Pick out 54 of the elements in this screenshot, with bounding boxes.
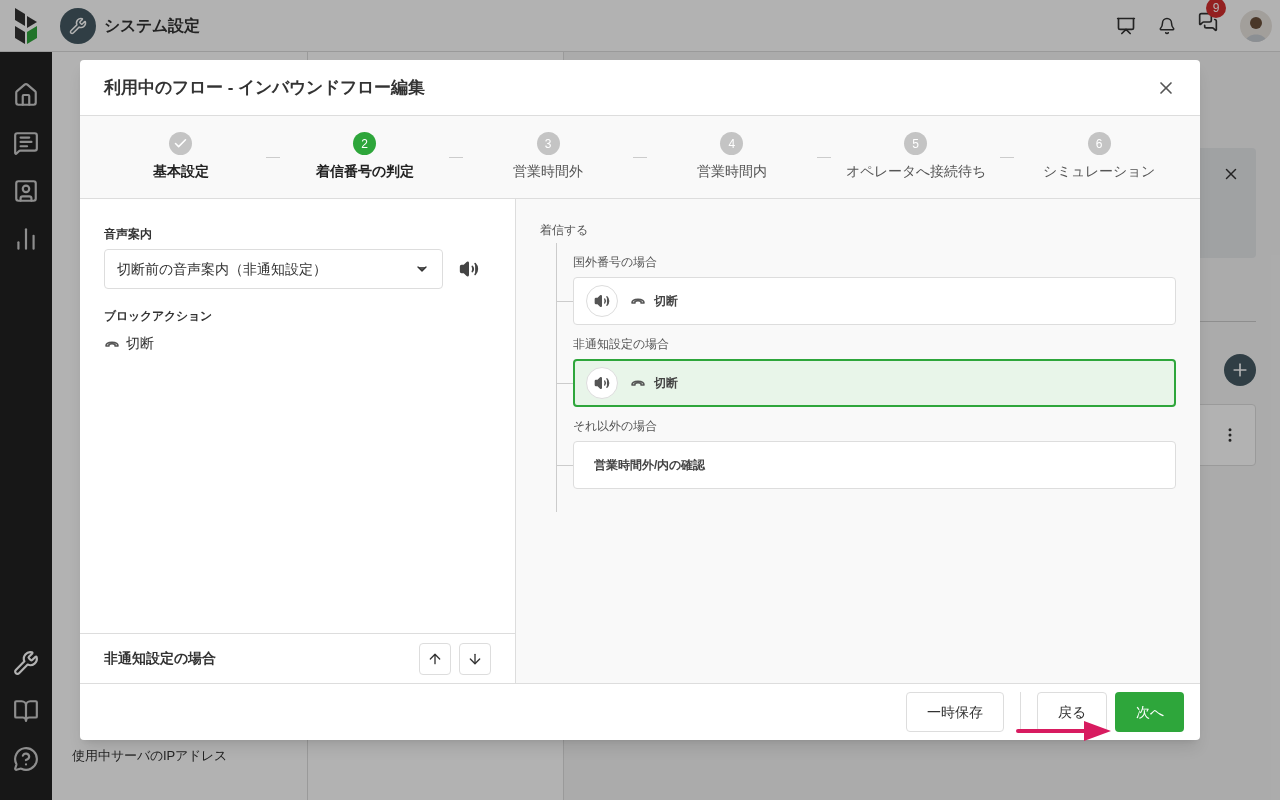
help-icon[interactable] (13, 746, 39, 772)
branch-condition: それ以外の場合 (573, 419, 657, 433)
settings-badge-icon (60, 7, 96, 44)
step-number: 5 (904, 132, 927, 155)
step-number: 4 (720, 132, 744, 155)
step-label: シミュレーション (1043, 162, 1156, 181)
secondary-button[interactable]: 戻る (1037, 692, 1107, 732)
hang-up-icon (630, 296, 646, 306)
step-label: オペレータへ接続待ち (845, 162, 986, 181)
book-icon[interactable] (13, 698, 39, 724)
home-icon[interactable] (13, 82, 39, 108)
move-down-button[interactable] (459, 642, 491, 675)
move-up-button[interactable] (419, 642, 451, 675)
step-label: 基本設定 (152, 162, 209, 181)
step-number: 3 (536, 132, 560, 155)
arrow-icon (1016, 721, 1112, 741)
branch-condition: 国外番号の場合 (573, 255, 657, 269)
logo-icon (15, 7, 37, 44)
action-text: 切断 (654, 375, 678, 392)
chat-icon[interactable] (1198, 12, 1218, 32)
step-number: 6 (1087, 132, 1111, 155)
secondary-button[interactable]: 一時保存 (906, 692, 1004, 732)
notification-count: 9 (1206, 0, 1226, 18)
voice-select[interactable]: 切断前の音声案内（非通知設定） (104, 249, 443, 289)
add-button[interactable] (1224, 354, 1256, 386)
branch-card[interactable]: 切断 (573, 359, 1176, 407)
hang-up-icon (630, 378, 646, 388)
branch-condition: 非通知設定の場合 (573, 337, 669, 351)
notification-icon[interactable] (1158, 16, 1176, 35)
field-label: ブロックアクション (104, 308, 213, 325)
action-text: 切断 (654, 293, 678, 310)
next-step-text: 営業時間外/内の確認 (594, 457, 706, 474)
branch-card[interactable]: 営業時間外/内の確認 (573, 441, 1176, 489)
field-label: 音声案内 (104, 226, 153, 243)
step-label: 営業時間外 (513, 162, 584, 181)
contact-card-icon[interactable] (13, 178, 39, 204)
tools-icon[interactable] (13, 650, 39, 676)
step-label: 着信番号の判定 (315, 162, 414, 181)
speaker-icon[interactable] (586, 367, 618, 399)
hang-up-icon (104, 338, 120, 349)
page-title: システム設定 (104, 15, 200, 36)
current-branch-title: 非通知設定の場合 (104, 649, 216, 668)
menu-item[interactable]: 使用中サーバのIPアドレス (60, 738, 299, 774)
speaker-icon[interactable] (586, 285, 618, 317)
flow-root: 着信する (540, 222, 589, 239)
dialog-title: 利用中のフロー - インバウンドフロー編集 (104, 76, 426, 99)
message-list-icon[interactable] (13, 130, 39, 156)
avatar[interactable] (1240, 9, 1272, 42)
step-number: 2 (353, 132, 376, 155)
board-icon[interactable] (1116, 15, 1136, 36)
action-text: 切断 (126, 334, 154, 353)
branch-card[interactable]: 切断 (573, 277, 1176, 325)
speaker-icon[interactable] (459, 259, 479, 279)
step-label: 営業時間内 (696, 162, 767, 181)
